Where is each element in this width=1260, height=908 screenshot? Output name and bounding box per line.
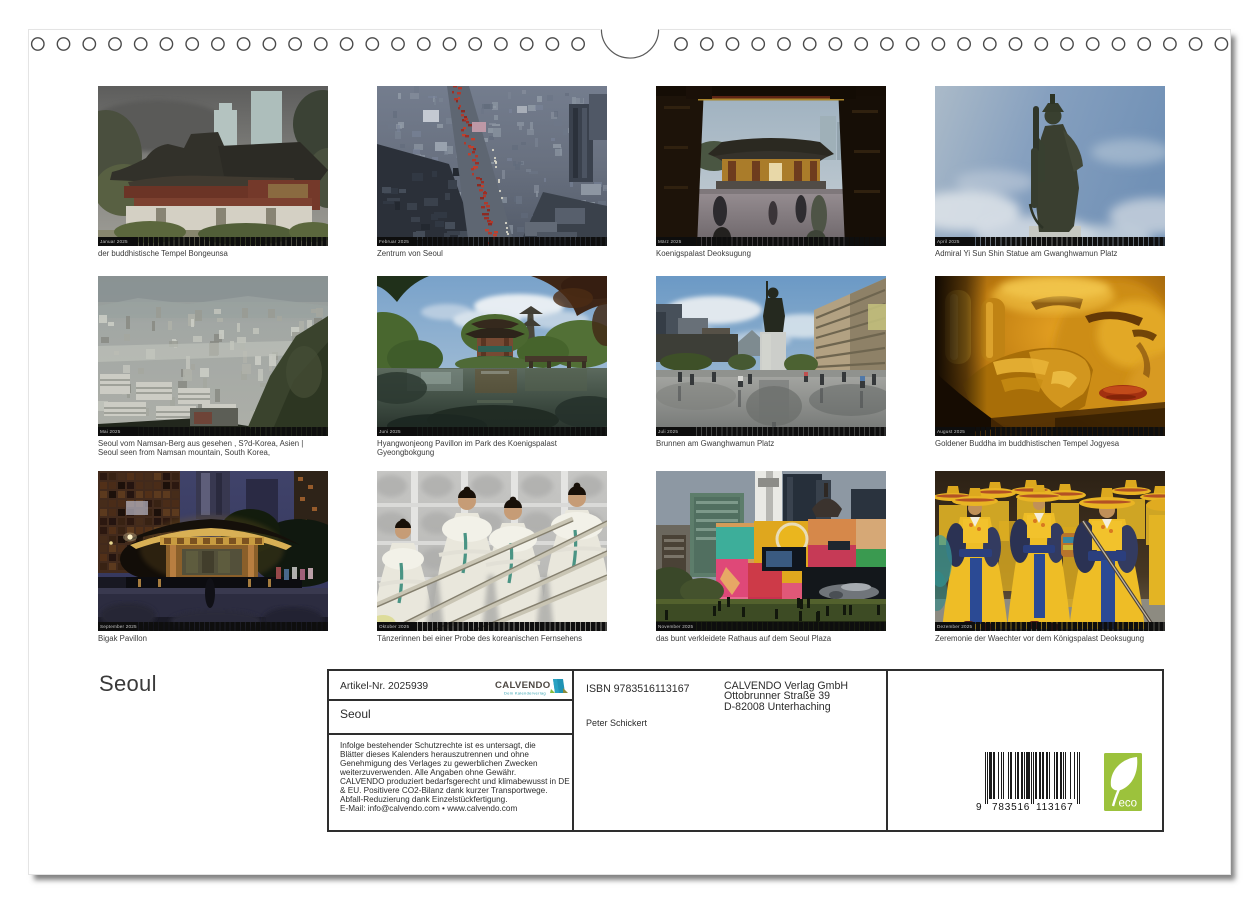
svg-text:eco: eco <box>1119 798 1138 810</box>
svg-text:Dein Kalenderverlag: Dein Kalenderverlag <box>504 691 546 696</box>
svg-text:9: 9 <box>976 802 982 812</box>
svg-text:783516: 783516 <box>992 802 1030 812</box>
svg-text:113167: 113167 <box>1036 802 1073 812</box>
svg-text:CALVENDO: CALVENDO <box>495 680 551 691</box>
